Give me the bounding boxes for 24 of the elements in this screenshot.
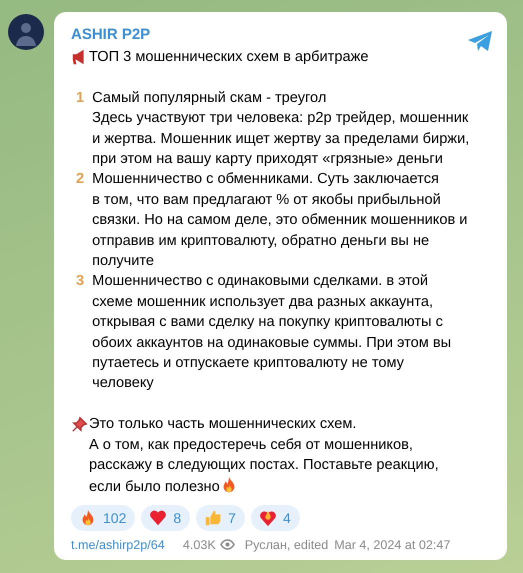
number-label: 3	[75, 272, 86, 292]
reaction-button[interactable]: 102	[71, 504, 136, 531]
reaction-button[interactable]: 7	[196, 504, 245, 531]
reaction-button[interactable]: 8	[141, 504, 190, 531]
post-date: Mar 4, 2024 at 02:47	[334, 538, 450, 552]
view-count: 4.03K	[182, 538, 216, 552]
thumbs-up-icon	[204, 508, 222, 527]
channel-name[interactable]: ASHIR P2P	[71, 25, 150, 45]
eye-icon	[220, 539, 235, 550]
message-paragraph: Это только часть мошеннических схем. А о том, как предостеречь себя от мошенников, расскажу в следующих постах. Поставьте реакцию, если было полезно	[89, 415, 439, 496]
message-paragraph: Мошенничество с обменниками. Суть заключается в том, что вам предлагают % от якобы прибыльной связки. Но на самом деле, это обменник мошенников и отправив им криптовалюту, обратно деньги вы не получите	[92, 170, 468, 272]
message-paragraph: Самый популярный скам - треугол Здесь участвуют три человека: p2p трейдер, мошенник и жертва. Мошенник ищет жертву за пределами биржи, при этом на вашу карту приходят «грязные» деньги	[92, 88, 470, 170]
pushpin-icon	[71, 415, 89, 434]
heart-on-fire-icon	[258, 508, 277, 527]
message-paragraph: Мошенничество с одинаковыми сделками. в этой схеме мошенник использует два разных аккаунта, открывая с вами сделку на покупку криптовалюты с обоих аккаунтов на одинаковые суммы. При этом вы путаетесь и отпускаете криптовалюту не тому человеку	[92, 272, 452, 394]
number-label: 2	[75, 170, 86, 190]
post-link[interactable]: t.me/ashirp2p/64	[71, 538, 165, 552]
avatar[interactable]	[8, 14, 44, 50]
heart-icon	[149, 508, 168, 527]
number-label: 1	[75, 88, 86, 108]
reaction-button[interactable]: 4	[250, 504, 300, 531]
author-label: Руслан, edited	[244, 538, 328, 552]
telegram-icon[interactable]	[467, 30, 493, 52]
message-paragraph: ТОП 3 мошеннических схем в арбитраже	[89, 48, 368, 67]
